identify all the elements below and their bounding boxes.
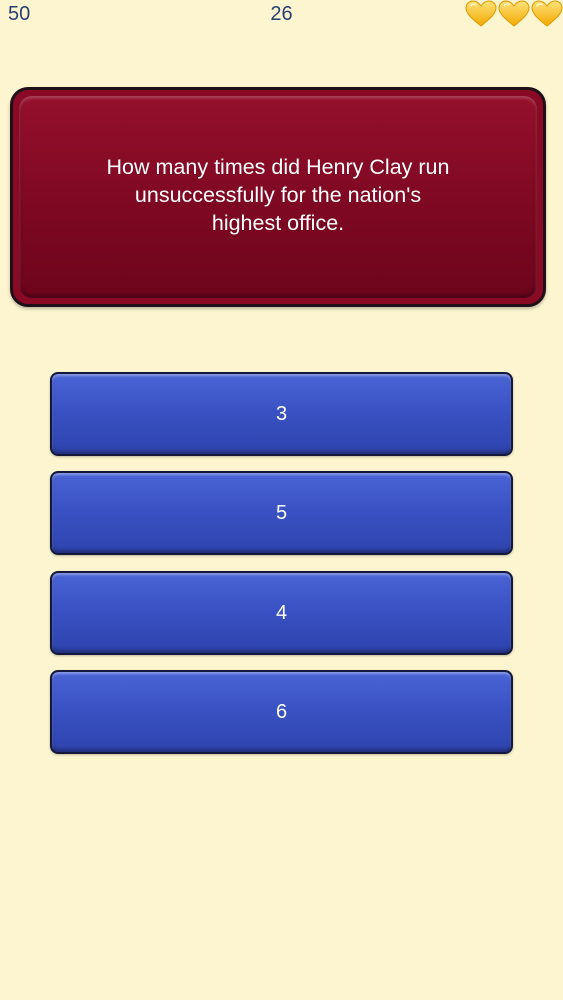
question-card: How many times did Henry Clay run unsucc… bbox=[10, 87, 546, 307]
question-panel: How many times did Henry Clay run unsucc… bbox=[19, 96, 537, 298]
lives-indicator bbox=[465, 0, 563, 28]
answer-button[interactable]: 3 bbox=[50, 372, 513, 456]
answer-button[interactable]: 6 bbox=[50, 670, 513, 754]
heart-icon bbox=[465, 0, 497, 27]
answer-label: 5 bbox=[275, 501, 288, 524]
heart-icon bbox=[531, 0, 563, 27]
question-text: How many times did Henry Clay run unsucc… bbox=[106, 155, 450, 235]
answer-label: 6 bbox=[275, 700, 288, 723]
answer-button[interactable]: 5 bbox=[50, 471, 513, 555]
status-bar: 50 26 bbox=[0, 0, 563, 30]
answer-label: 3 bbox=[275, 402, 288, 425]
answer-label: 4 bbox=[275, 601, 288, 624]
answer-button[interactable]: 4 bbox=[50, 571, 513, 655]
heart-icon bbox=[498, 0, 530, 27]
